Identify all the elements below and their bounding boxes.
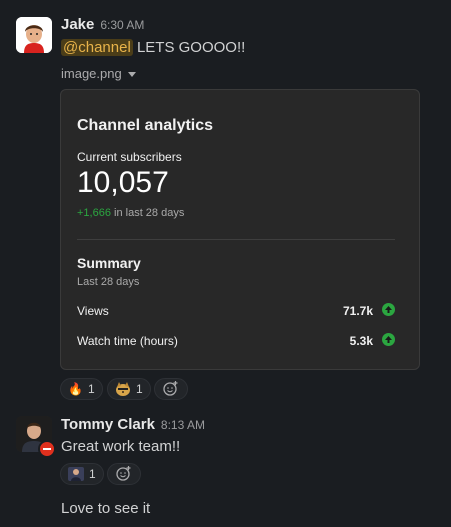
add-reaction-button[interactable] [107,463,141,485]
divider [77,239,395,240]
delta-suffix: in last 28 days [114,207,185,219]
timestamp[interactable]: 6:30 AM [100,18,144,32]
stat-row-views: Views 71.7k [77,303,395,318]
add-reaction-icon [163,380,179,399]
reaction-count: 1 [89,467,96,481]
message-text: LETS GOOOO!! [136,39,246,56]
analytics-image[interactable]: Channel analytics Current subscribers 10… [60,89,420,370]
arrow-up-icon [382,333,395,346]
stat-label: Views [77,304,109,318]
delta-value: +1,666 [77,207,111,219]
author-name[interactable]: Tommy Clark [61,416,155,433]
doge-emoji-icon [115,382,131,396]
avatar-image [16,17,52,53]
subscribers-label: Current subscribers [77,150,182,164]
add-reaction-button[interactable] [154,378,188,400]
reaction-count: 1 [136,382,143,396]
stat-label: Watch time (hours) [77,334,178,348]
followup-message-text: Love to see it [61,500,151,517]
person-emoji-icon [68,467,84,481]
stat-row-watch-time: Watch time (hours) 5.3k [77,333,395,348]
avatar-jake[interactable] [16,17,52,53]
summary-title: Summary [77,255,141,271]
message-text: Great work team!! [61,438,181,455]
card-title: Channel analytics [77,117,214,134]
reaction-fire[interactable]: 🔥 1 [60,378,103,400]
reaction-person[interactable]: 1 [60,463,104,485]
stat-value: 71.7k [342,304,373,318]
fire-emoji: 🔥 [68,382,83,396]
channel-mention[interactable]: @channel [61,39,133,56]
reaction-doge[interactable]: 1 [107,378,151,400]
chevron-down-icon[interactable] [127,72,136,78]
status-badge [38,440,56,458]
timestamp[interactable]: 8:13 AM [161,418,205,432]
reaction-count: 1 [87,382,95,396]
add-reaction-icon [116,465,132,484]
subscribers-value: 10,057 [77,166,169,199]
attachment-name[interactable]: image.png [61,66,122,81]
arrow-up-icon [382,303,395,316]
subscribers-delta: +1,666 in last 28 days [77,207,184,219]
author-name[interactable]: Jake [61,16,94,33]
summary-subtitle: Last 28 days [77,276,140,288]
stat-value: 5.3k [349,334,373,348]
